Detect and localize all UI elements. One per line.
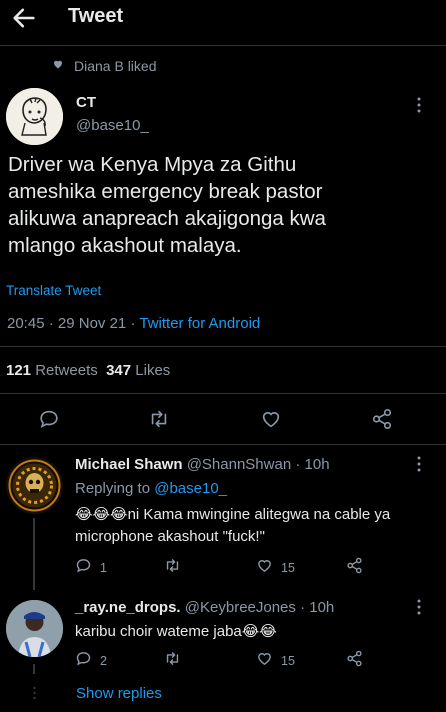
likes-stat[interactable]: 347 Likes bbox=[106, 362, 170, 379]
divider bbox=[0, 444, 446, 445]
thread-dots bbox=[33, 686, 36, 700]
retweet-icon bbox=[164, 557, 181, 579]
social-context: Diana B liked bbox=[52, 57, 157, 75]
retweet-action[interactable] bbox=[164, 652, 189, 670]
separator: · bbox=[295, 599, 310, 616]
heart-icon bbox=[52, 57, 64, 75]
reply-time[interactable]: 10h bbox=[305, 456, 330, 473]
likes-count: 347 bbox=[106, 362, 132, 379]
reply-author-handle[interactable]: @ShannShwan bbox=[187, 456, 291, 473]
tweet-text-line: alikuwa anapreach akajigonga kwa bbox=[8, 207, 326, 230]
separator: · bbox=[48, 315, 58, 332]
back-arrow-icon[interactable] bbox=[10, 4, 38, 32]
like-action[interactable]: 15 bbox=[256, 652, 295, 670]
divider bbox=[0, 346, 446, 347]
reply-header: Michael Shawn @ShannShwan · 10h bbox=[75, 456, 330, 473]
tweet-time: 20:45 bbox=[7, 315, 45, 332]
share-icon[interactable] bbox=[371, 408, 393, 430]
like-count: 15 bbox=[281, 654, 295, 668]
reply-author-name[interactable]: _ray.ne_drops. bbox=[75, 599, 181, 616]
replying-prefix: Replying to bbox=[75, 480, 151, 497]
reply-header: _ray.ne_drops. @KeybreeJones · 10h bbox=[75, 599, 334, 616]
page-title: Tweet bbox=[68, 5, 124, 27]
reply-text-line: ni Kama mwingine alitegwa na cable ya bbox=[127, 506, 391, 523]
like-icon[interactable] bbox=[260, 408, 282, 430]
social-context-text[interactable]: Diana B liked bbox=[74, 58, 157, 74]
divider bbox=[0, 393, 446, 394]
emoji: 😂😂😂 bbox=[75, 506, 128, 523]
reply-author-name[interactable]: Michael Shawn bbox=[75, 456, 183, 473]
reply-icon bbox=[75, 557, 92, 579]
share-icon bbox=[346, 650, 363, 672]
retweets-label: Retweets bbox=[35, 362, 98, 379]
author-name[interactable]: CT bbox=[76, 94, 96, 111]
tweet-text: Driver wa Kenya Mpya za Githu ameshika e… bbox=[8, 151, 440, 259]
tweet-text-line: ameshika emergency break pastor bbox=[8, 180, 323, 203]
retweet-icon bbox=[164, 650, 181, 672]
reply-text: karibu choir wateme jaba😂😂 bbox=[75, 621, 435, 643]
reply-avatar[interactable] bbox=[6, 600, 63, 657]
tweet-source-link[interactable]: Twitter for Android bbox=[139, 315, 260, 332]
show-replies-link[interactable]: Show replies bbox=[76, 685, 162, 702]
more-icon[interactable] bbox=[410, 455, 428, 473]
reply-action[interactable]: 1 bbox=[75, 559, 107, 577]
translate-tweet-link[interactable]: Translate Tweet bbox=[6, 283, 101, 298]
tweet-date[interactable]: 29 Nov 21 bbox=[58, 315, 126, 332]
tweet-meta: 20:45 · 29 Nov 21 · Twitter for Android bbox=[7, 315, 260, 332]
reply-text-line: microphone akashout "fuck!" bbox=[75, 528, 265, 545]
share-action[interactable] bbox=[346, 557, 363, 579]
more-icon[interactable] bbox=[410, 96, 428, 114]
thread-line bbox=[33, 518, 35, 590]
reply-author-handle[interactable]: @KeybreeJones bbox=[185, 599, 296, 616]
like-action[interactable]: 15 bbox=[256, 559, 295, 577]
reply-text: 😂😂😂ni Kama mwingine alitegwa na cable ya… bbox=[75, 504, 435, 548]
top-bar: Tweet bbox=[0, 0, 446, 46]
tweet-text-line: mlango akashout malaya. bbox=[8, 234, 242, 257]
replying-to-handle[interactable]: @base10_ bbox=[154, 480, 227, 497]
thread-line bbox=[33, 664, 35, 674]
like-count: 15 bbox=[281, 561, 295, 575]
reply-avatar[interactable] bbox=[6, 457, 63, 514]
share-icon bbox=[346, 557, 363, 579]
author-avatar[interactable] bbox=[6, 88, 63, 145]
more-icon[interactable] bbox=[410, 598, 428, 616]
reply-count: 1 bbox=[100, 561, 107, 575]
separator: · bbox=[291, 456, 305, 473]
reply-icon bbox=[75, 650, 92, 672]
reply-count: 2 bbox=[100, 654, 107, 668]
tweet-text-line: Driver wa Kenya Mpya za Githu bbox=[8, 153, 297, 176]
author-handle[interactable]: @base10_ bbox=[76, 117, 149, 134]
like-icon bbox=[256, 650, 273, 672]
share-action[interactable] bbox=[346, 650, 363, 672]
retweet-icon[interactable] bbox=[148, 408, 170, 430]
likes-label: Likes bbox=[135, 362, 171, 379]
tweet-stats: 121 Retweets 347 Likes bbox=[6, 362, 170, 379]
retweets-count: 121 bbox=[6, 362, 32, 379]
retweets-stat[interactable]: 121 Retweets bbox=[6, 362, 98, 379]
emoji: 😂😂 bbox=[241, 623, 277, 640]
reply-action[interactable]: 2 bbox=[75, 652, 107, 670]
replying-to: Replying to @base10_ bbox=[75, 480, 227, 497]
retweet-action[interactable] bbox=[164, 559, 189, 577]
reply-time[interactable]: 10h bbox=[309, 599, 334, 616]
reply-text-line: karibu choir wateme jaba bbox=[75, 623, 242, 640]
reply-icon[interactable] bbox=[38, 408, 60, 430]
like-icon bbox=[256, 557, 273, 579]
